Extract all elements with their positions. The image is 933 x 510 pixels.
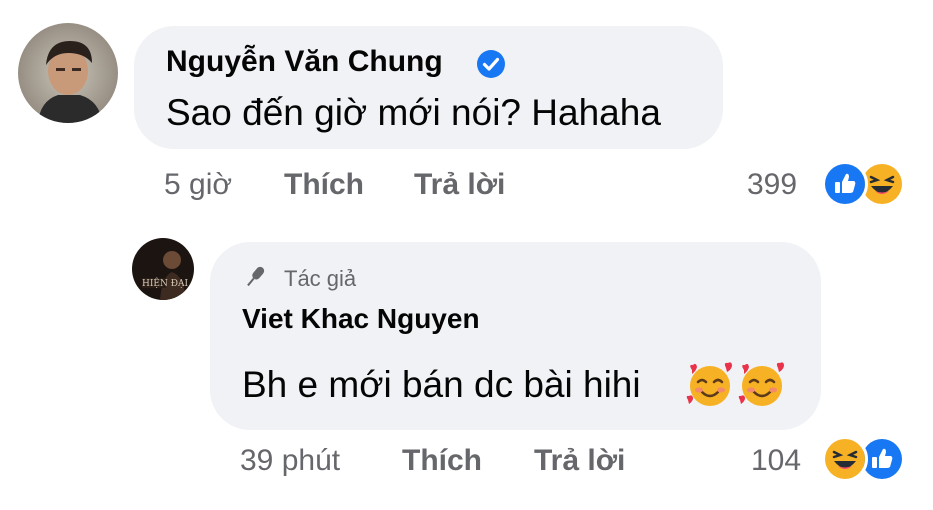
like-icon[interactable] [822, 161, 868, 207]
haha-icon[interactable] [822, 436, 868, 482]
avatar-logo-text: HIỆN ĐẠI [142, 277, 188, 289]
reply-like-button[interactable]: Thích [402, 444, 482, 478]
avatar-nguyen-van-chung[interactable] [18, 23, 118, 123]
smiling-face-with-hearts-icon [686, 362, 736, 408]
reply-text: Bh e mới bán dc bài hihi [242, 364, 641, 405]
comment-author[interactable]: Nguyễn Văn Chung [166, 45, 443, 79]
reply-time[interactable]: 39 phút [240, 444, 340, 478]
microphone-icon [242, 264, 268, 290]
reply-reaction-count[interactable]: 104 [751, 444, 801, 478]
like-button[interactable]: Thích [284, 168, 364, 202]
reply-button[interactable]: Trả lời [414, 168, 505, 202]
reply-author[interactable]: Viet Khac Nguyen [242, 303, 480, 335]
reply-reply-button[interactable]: Trả lời [534, 444, 625, 478]
comment-text: Sao đến giờ mới nói? Hahaha [166, 92, 661, 133]
reaction-count[interactable]: 399 [747, 168, 797, 202]
verified-badge-icon [477, 50, 505, 78]
comment-time[interactable]: 5 giờ [164, 168, 232, 202]
author-tag: Tác giả [284, 266, 357, 291]
avatar-viet-khac-nguyen[interactable]: HIỆN ĐẠI [132, 238, 194, 300]
smiling-face-with-hearts-icon [738, 362, 788, 408]
